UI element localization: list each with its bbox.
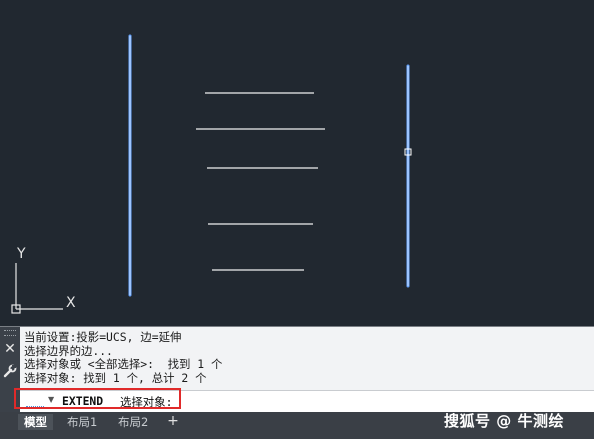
- tab-layout1[interactable]: 布局1: [61, 414, 103, 430]
- command-panel-grip[interactable]: ✕: [0, 327, 20, 413]
- ucs-icon: Y X: [11, 246, 76, 314]
- tab-model[interactable]: 模型: [18, 414, 53, 430]
- history-line: 选择对象或 <全部选择>: 找到 1 个: [24, 357, 223, 372]
- close-icon[interactable]: ✕: [2, 341, 18, 357]
- drawing-canvas[interactable]: Y X: [0, 0, 594, 326]
- chevron-down-icon[interactable]: ▼: [48, 395, 54, 404]
- wrench-icon[interactable]: [2, 363, 18, 379]
- ucs-y-label: Y: [16, 246, 26, 262]
- command-icon[interactable]: [26, 396, 44, 407]
- command-name: EXTEND: [62, 394, 104, 408]
- tab-layout2[interactable]: 布局2: [112, 414, 154, 430]
- command-line-panel: ✕ 当前设置:投影=UCS, 边=延伸 选择边界的边... 选择对象或 <全部选…: [0, 326, 594, 413]
- command-history: 当前设置:投影=UCS, 边=延伸 选择边界的边... 选择对象或 <全部选择>…: [24, 330, 584, 385]
- watermark-text: 搜狐号 @ 牛测绘: [444, 412, 564, 430]
- history-line: 选择边界的边...: [24, 343, 113, 358]
- add-layout-button[interactable]: +: [165, 413, 181, 429]
- drawing-area[interactable]: Y X: [0, 0, 594, 326]
- history-line: 选择对象: 找到 1 个, 总计 2 个: [24, 370, 207, 385]
- ucs-x-label: X: [66, 295, 76, 311]
- history-line: 当前设置:投影=UCS, 边=延伸: [24, 330, 182, 344]
- command-prompt: 选择对象:: [120, 395, 173, 409]
